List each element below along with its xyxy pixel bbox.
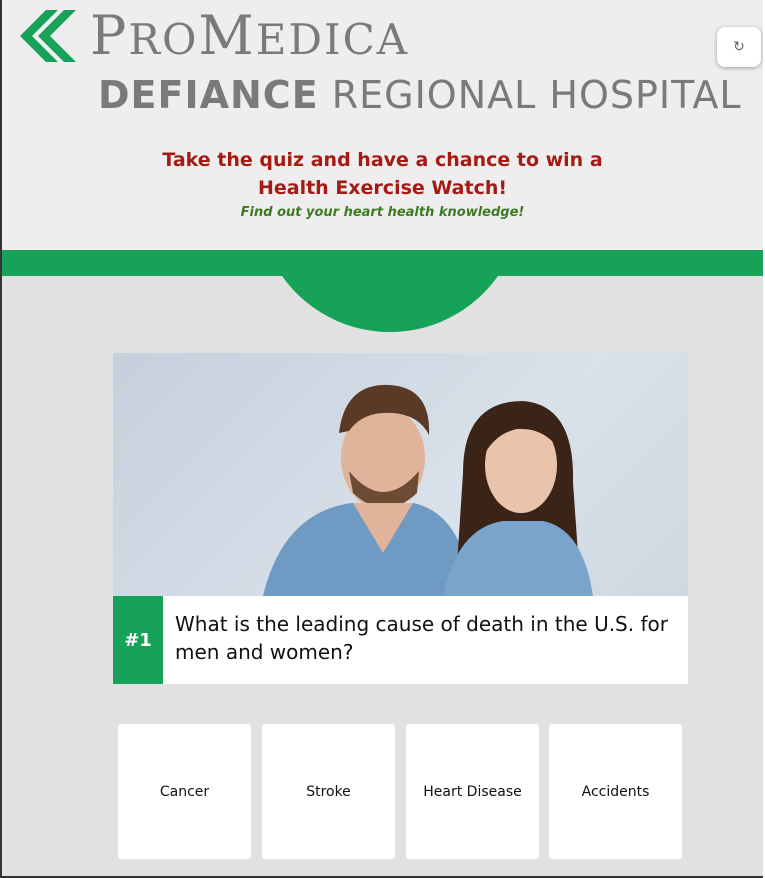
promo-line-2: Health Exercise Watch! (257, 177, 508, 199)
answer-label: Cancer (159, 783, 210, 800)
hospital-name: DEFIANCE REGIONAL HOSPITAL (98, 73, 742, 117)
answer-accidents[interactable]: Accidents (549, 724, 682, 859)
brand-name: PROMEDICA (90, 4, 410, 67)
quiz-page: PROMEDICA DEFIANCE REGIONAL HOSPITAL ↻ T… (0, 0, 763, 878)
promo-line-1: Take the quiz and have a chance to win a (162, 149, 603, 171)
answer-label: Stroke (306, 783, 351, 800)
answer-cancer[interactable]: Cancer (118, 724, 251, 859)
promo-banner: Take the quiz and have a chance to win a… (2, 146, 763, 224)
question-number: #1 (113, 596, 163, 684)
answer-label: Accidents (581, 783, 650, 800)
answer-label: Heart Disease (423, 783, 522, 800)
promedica-chevron-logo (20, 10, 76, 62)
header: PROMEDICA DEFIANCE REGIONAL HOSPITAL ↻ T… (2, 0, 763, 250)
answer-options: Cancer Stroke Heart Disease Accidents (118, 724, 688, 859)
refresh-button[interactable]: ↻ (717, 27, 761, 67)
question-text: What is the leading cause of death in th… (175, 612, 668, 664)
answer-stroke[interactable]: Stroke (262, 724, 395, 859)
refresh-icon: ↻ (733, 39, 745, 55)
couple-illustration (263, 384, 593, 596)
promo-subline: Find out your heart health knowledge! (240, 205, 525, 220)
answer-heart-disease[interactable]: Heart Disease (406, 724, 539, 859)
couple-photo (113, 353, 688, 596)
question-card: #1 What is the leading cause of death in… (113, 596, 688, 684)
